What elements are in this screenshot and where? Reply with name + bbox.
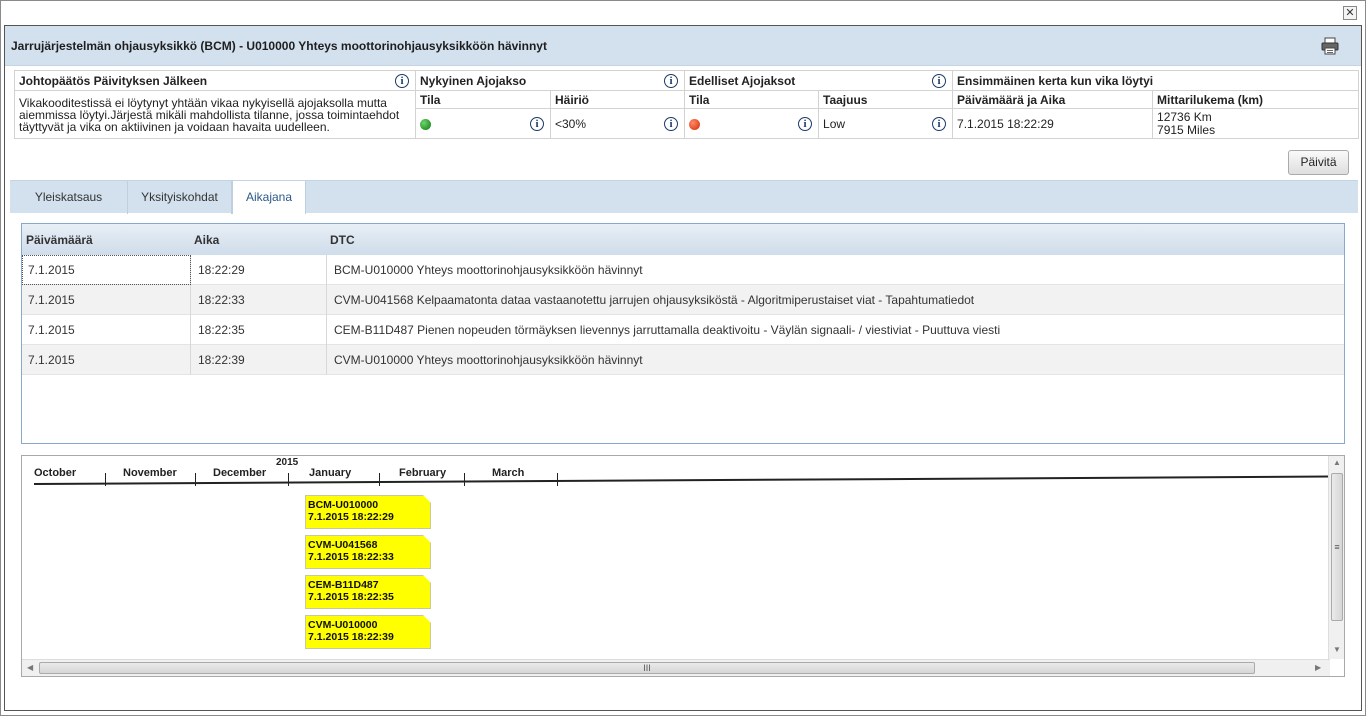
table-row[interactable]: 7.1.2015 18:22:29 BCM-U010000 Yhteys moo… bbox=[22, 255, 1344, 285]
datetime-label: Päivämäärä ja Aika bbox=[952, 90, 1154, 109]
timeline-year: 2015 bbox=[276, 457, 299, 468]
scroll-up-arrow-icon[interactable]: ▲ bbox=[1333, 458, 1341, 467]
datetime-value: 7.1.2015 18:22:29 bbox=[952, 108, 1154, 139]
conclusion-header: Johtopäätös Päivityksen Jälkeen i bbox=[14, 70, 416, 91]
vertical-scrollbar[interactable]: ▲ ≡ ▼ bbox=[1328, 456, 1344, 659]
row-time: 18:22:29 bbox=[198, 263, 245, 277]
timeline-event[interactable]: CVM-U010000 7.1.2015 18:22:39 bbox=[305, 615, 431, 649]
event-datetime: 7.1.2015 18:22:33 bbox=[308, 551, 394, 563]
conclusion-header-label: Johtopäätös Päivityksen Jälkeen bbox=[19, 73, 208, 88]
timeline-tick bbox=[379, 473, 380, 486]
column-divider bbox=[326, 255, 327, 375]
timeline-event[interactable]: BCM-U010000 7.1.2015 18:22:29 bbox=[305, 495, 431, 529]
disturbance-cell: <30% i bbox=[549, 108, 686, 139]
update-button[interactable]: Päivitä bbox=[1288, 150, 1349, 175]
row-time: 18:22:35 bbox=[198, 323, 245, 337]
table-row[interactable]: 7.1.2015 18:22:39 CVM-U010000 Yhteys moo… bbox=[22, 345, 1344, 375]
info-icon[interactable]: i bbox=[932, 73, 947, 88]
row-dtc: BCM-U010000 Yhteys moottorinohjausyksikk… bbox=[334, 263, 643, 277]
timeline-month: December bbox=[213, 467, 267, 479]
current-status-label: Tila bbox=[415, 90, 551, 109]
previous-cycles-header: Edelliset Ajojaksot i bbox=[684, 70, 954, 91]
timeline-tick bbox=[288, 473, 289, 486]
info-icon[interactable]: i bbox=[798, 116, 813, 131]
current-cycle-header: Nykyinen Ajojakso i bbox=[414, 70, 686, 91]
scroll-right-arrow-icon[interactable]: ▶ bbox=[1315, 663, 1321, 672]
first-found-header-label: Ensimmäinen kerta kun vika löytyi bbox=[957, 73, 1154, 88]
odometer-cell: 12736 Km 7915 Miles bbox=[1152, 108, 1360, 139]
timeline-tick bbox=[464, 473, 465, 486]
info-icon[interactable]: i bbox=[530, 116, 544, 131]
frequency-cell: Low i bbox=[818, 108, 954, 139]
event-code: BCM-U010000 bbox=[308, 499, 379, 511]
first-found-header: Ensimmäinen kerta kun vika löytyi bbox=[952, 70, 1360, 91]
grid-header: Päivämäärä Aika DTC bbox=[22, 224, 1344, 255]
status-fault-icon bbox=[689, 118, 701, 130]
printer-icon[interactable] bbox=[1321, 37, 1339, 55]
row-time: 18:22:33 bbox=[198, 293, 245, 307]
timeline-event[interactable]: CVM-U041568 7.1.2015 18:22:33 bbox=[305, 535, 431, 569]
column-header-dtc[interactable]: DTC bbox=[330, 233, 355, 247]
horizontal-scrollbar[interactable]: ◀ III ▶ bbox=[22, 659, 1330, 676]
scroll-down-arrow-icon[interactable]: ▼ bbox=[1333, 645, 1341, 654]
close-button[interactable]: ✕ bbox=[1343, 6, 1357, 20]
row-dtc: CVM-U010000 Yhteys moottorinohjausyksikk… bbox=[334, 353, 643, 367]
event-code: CEM-B11D487 bbox=[308, 579, 379, 591]
odometer-km: 12736 Km bbox=[1157, 109, 1212, 124]
column-header-time[interactable]: Aika bbox=[194, 233, 219, 247]
info-icon[interactable]: i bbox=[932, 116, 947, 131]
event-datetime: 7.1.2015 18:22:39 bbox=[308, 631, 394, 643]
dtc-grid: Päivämäärä Aika DTC 7.1.2015 18:22:29 BC… bbox=[21, 223, 1345, 444]
timeline-month: November bbox=[123, 467, 177, 479]
focused-cell bbox=[22, 255, 191, 285]
timeline-month: October bbox=[34, 467, 77, 479]
dialog-title-bar: Jarrujärjestelmän ohjausyksikkö (BCM) - … bbox=[5, 26, 1361, 66]
horizontal-scroll-thumb[interactable]: III bbox=[39, 662, 1255, 674]
row-date: 7.1.2015 bbox=[28, 293, 75, 307]
status-ok-icon bbox=[420, 118, 431, 130]
tab-details[interactable]: Yksityiskohdat bbox=[128, 181, 232, 214]
previous-status-cell: i bbox=[684, 108, 820, 139]
previous-cycles-header-label: Edelliset Ajojaksot bbox=[689, 73, 796, 88]
timeline-panel: 2015 October November December January F… bbox=[21, 455, 1345, 677]
event-datetime: 7.1.2015 18:22:29 bbox=[308, 511, 394, 523]
info-icon[interactable]: i bbox=[664, 116, 679, 131]
current-cycle-header-label: Nykyinen Ajojakso bbox=[420, 73, 527, 88]
info-icon[interactable]: i bbox=[395, 73, 409, 88]
row-dtc: CVM-U041568 Kelpaamatonta dataa vastaano… bbox=[334, 293, 975, 307]
info-icon[interactable]: i bbox=[664, 73, 679, 88]
dialog-title: Jarrujärjestelmän ohjausyksikkö (BCM) - … bbox=[11, 39, 547, 53]
event-datetime: 7.1.2015 18:22:35 bbox=[308, 591, 394, 603]
timeline-month: March bbox=[492, 467, 525, 479]
window-frame: ✕ Jarrujärjestelmän ohjausyksikkö (BCM) … bbox=[0, 0, 1366, 716]
tab-overview[interactable]: Yleiskatsaus bbox=[10, 181, 128, 214]
frequency-label: Taajuus bbox=[818, 90, 954, 109]
row-date: 7.1.2015 bbox=[28, 353, 75, 367]
column-header-date[interactable]: Päivämäärä bbox=[26, 233, 93, 247]
timeline-event[interactable]: CEM-B11D487 7.1.2015 18:22:35 bbox=[305, 575, 431, 609]
tab-timeline[interactable]: Aikajana bbox=[232, 181, 306, 214]
tab-bar: Yleiskatsaus Yksityiskohdat Aikajana bbox=[10, 180, 1358, 214]
conclusion-text: Vikakooditestissä ei löytynyt yhtään vik… bbox=[14, 90, 416, 139]
table-row[interactable]: 7.1.2015 18:22:35 CEM-B11D487 Pienen nop… bbox=[22, 315, 1344, 345]
timeline-month: February bbox=[399, 467, 447, 479]
odometer-miles: 7915 Miles bbox=[1157, 122, 1216, 137]
timeline-month: January bbox=[309, 467, 352, 479]
vertical-scroll-thumb[interactable]: ≡ bbox=[1331, 473, 1343, 621]
fault-summary-table: Johtopäätös Päivityksen Jälkeen i Nykyin… bbox=[14, 70, 1360, 139]
scroll-left-arrow-icon[interactable]: ◀ bbox=[27, 663, 33, 672]
row-date: 7.1.2015 bbox=[28, 323, 75, 337]
frequency-value: Low bbox=[823, 116, 846, 131]
disturbance-value: <30% bbox=[555, 116, 587, 131]
dtc-dialog: Jarrujärjestelmän ohjausyksikkö (BCM) - … bbox=[4, 25, 1362, 711]
row-dtc: CEM-B11D487 Pienen nopeuden törmäyksen l… bbox=[334, 323, 1001, 337]
event-code: CVM-U041568 bbox=[308, 539, 378, 551]
row-time: 18:22:39 bbox=[198, 353, 245, 367]
odometer-label: Mittarilukema (km) bbox=[1152, 90, 1360, 109]
event-code: CVM-U010000 bbox=[308, 619, 378, 631]
disturbance-label: Häiriö bbox=[549, 90, 686, 109]
current-status-cell: i bbox=[415, 108, 551, 139]
previous-status-label: Tila bbox=[684, 90, 820, 109]
table-row[interactable]: 7.1.2015 18:22:33 CVM-U041568 Kelpaamato… bbox=[22, 285, 1344, 315]
